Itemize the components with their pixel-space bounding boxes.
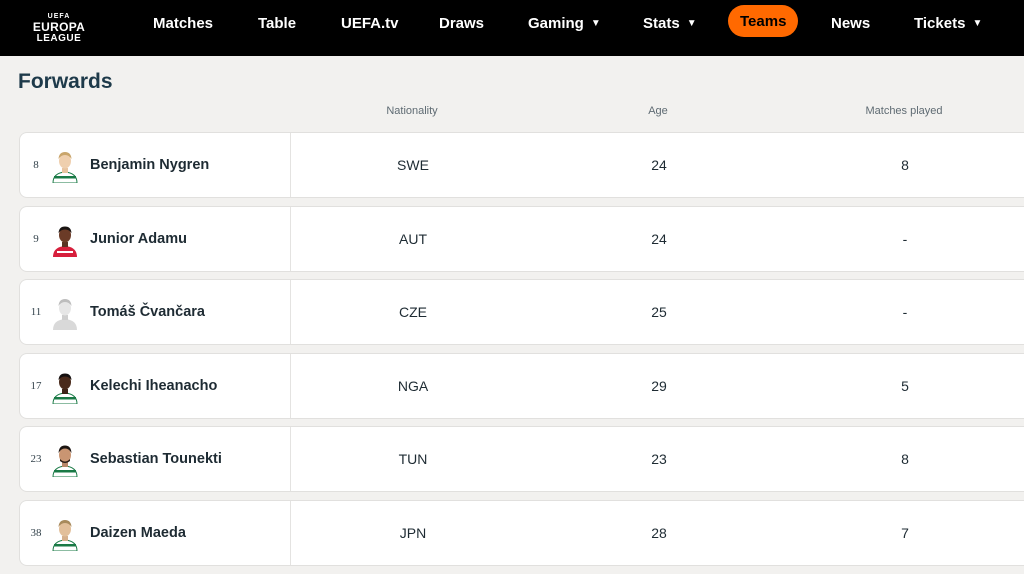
caret-down-icon: ▼ [972,17,983,29]
nav-label: Table [258,14,297,32]
player-row[interactable]: 9 Junior Adamu AUT 24 - [19,205,1024,272]
row-divider [290,427,291,492]
player-nationality: TUN [398,451,428,468]
player-age: 29 [651,377,667,394]
nav-label: UEFA.tv [341,14,399,32]
player-age: 28 [651,524,667,541]
nav-gaming[interactable]: Gaming ▼ [528,8,601,38]
player-placeholder-icon [53,299,77,331]
nav-label: Draws [439,14,485,32]
nav-news[interactable]: News [831,8,870,38]
nav-teams[interactable]: Teams [728,5,799,37]
player-matches-played: - [902,230,908,247]
player-name[interactable]: Tomáš Čvančara [90,280,205,344]
player-name[interactable]: Benjamin Nygren [90,133,209,197]
player-age: 24 [651,230,667,247]
nav-tickets[interactable]: Tickets ▼ [914,8,982,38]
nav-draws[interactable]: Draws [439,8,484,38]
player-matches-played: 5 [901,377,909,394]
logo-line-europa: EUROPA [32,20,86,34]
player-matches-played: 7 [901,524,909,541]
nav-stats[interactable]: Stats ▼ [643,8,697,38]
nav-label: News [831,14,871,32]
player-name[interactable]: Daizen Maeda [90,501,186,565]
player-avatar [52,519,78,551]
row-divider [290,500,291,565]
player-nationality: CZE [399,304,427,321]
player-avatar [52,373,78,404]
player-age: 25 [651,304,667,321]
players-list: 8 Benjamin Nygren SWE 24 8 9 Junior Adam… [19,132,1024,574]
top-navigation: UEFA EUROPA LEAGUE Matches Table UEFA.tv… [0,0,1024,56]
row-divider [290,133,291,197]
shirt-number: 17 [30,379,42,392]
player-nationality: AUT [399,230,427,247]
shirt-number: 8 [33,159,39,171]
row-divider [290,206,291,271]
shirt-number: 11 [30,306,42,319]
player-row[interactable]: 17 Kelechi Iheanacho NGA 29 5 [19,352,1024,419]
caret-down-icon: ▼ [686,17,697,29]
player-age: 23 [651,451,667,468]
nav-matches[interactable]: Matches [153,8,213,38]
nav-label: Tickets [914,14,966,32]
shirt-number: 38 [30,526,42,539]
nav-label: Matches [153,14,214,32]
player-name[interactable]: Sebastian Tounekti [90,427,222,491]
player-nationality: SWE [397,157,429,173]
nav-table[interactable]: Table [258,8,296,38]
player-avatar [52,445,78,478]
player-matches-played: - [902,304,908,321]
nav-label: Teams [740,12,787,30]
player-matches-played: 8 [901,157,909,173]
player-age: 24 [651,157,667,173]
column-header-age: Age [648,105,668,117]
player-matches-played: 8 [901,451,909,468]
player-row[interactable]: 23 Sebastian Tounekti TUN 23 8 [19,426,1024,493]
player-avatar [53,226,77,257]
column-header-nationality: Nationality [386,105,438,117]
column-header-matches-played: Matches played [865,105,943,117]
logo-line-league: LEAGUE [36,33,82,44]
player-avatar [52,152,78,183]
nav-label: Stats [643,14,680,32]
caret-down-icon: ▼ [590,17,601,29]
shirt-number: 9 [33,232,39,245]
row-divider [290,280,291,345]
player-row[interactable]: 8 Benjamin Nygren SWE 24 8 [19,132,1024,198]
nav-uefa-tv[interactable]: UEFA.tv [341,8,399,38]
section-title: Forwards [18,70,113,93]
player-name[interactable]: Junior Adamu [90,207,187,271]
player-row[interactable]: 38 Daizen Maeda JPN 28 7 [19,499,1024,566]
nav-label: Gaming [528,14,584,32]
player-name[interactable]: Kelechi Iheanacho [90,354,217,418]
row-divider [290,353,291,418]
shirt-number: 23 [30,453,42,466]
player-nationality: JPN [399,524,427,541]
europa-league-logo[interactable]: UEFA EUROPA LEAGUE [26,4,92,52]
player-row[interactable]: 11 Tomáš Čvančara CZE 25 - [19,279,1024,346]
player-nationality: NGA [397,377,429,394]
